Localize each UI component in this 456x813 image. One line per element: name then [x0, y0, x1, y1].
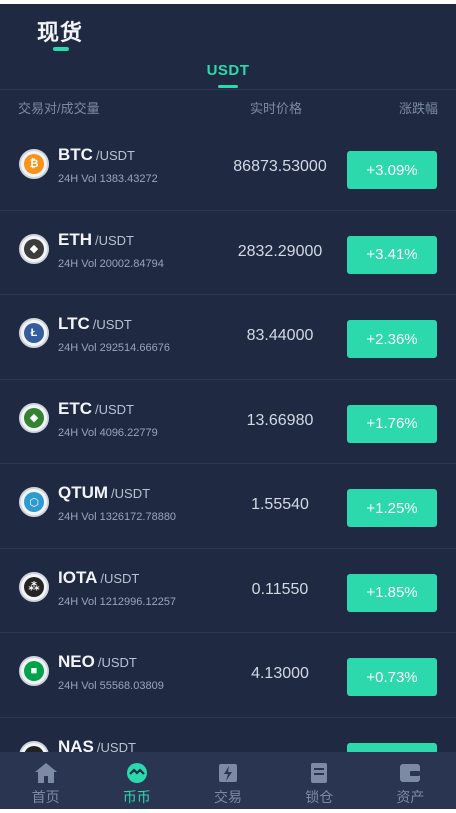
market-row[interactable]: ◆ ETH/USDT 24H Vol 20002.84794 2832.2900…: [0, 211, 456, 295]
neo-icon: ■: [19, 656, 49, 686]
coin-volume: 24H Vol 1326172.78880: [58, 511, 177, 523]
coin-price: 13.66980: [246, 411, 314, 429]
change-button[interactable]: +3.09%: [347, 151, 437, 189]
header: 现货 USDT: [0, 4, 456, 88]
coin-quote: /USDT: [95, 401, 134, 417]
change-button[interactable]: +1.25%: [347, 489, 437, 527]
market-row[interactable]: ◆ ETC/USDT 24H Vol 4096.22779 13.66980 +…: [0, 380, 456, 464]
bitcoin-icon: ₿: [19, 149, 49, 179]
coin-symbol: LTC: [58, 314, 90, 333]
bottom-tabbar: 首页 币币 交易 锁仓 资产: [0, 752, 456, 809]
tab-usdt[interactable]: USDT: [0, 62, 456, 79]
coin-price: 4.13000: [251, 665, 309, 682]
home-icon: [34, 763, 57, 783]
coin-symbol: NEO: [58, 652, 95, 671]
market-list: ₿ BTC/USDT 24H Vol 1383.43272 86873.5300…: [0, 126, 456, 802]
coin-quote: /USDT: [97, 655, 137, 670]
market-row[interactable]: ₿ BTC/USDT 24H Vol 1383.43272 86873.5300…: [0, 126, 456, 211]
column-header-change: 涨跌幅: [398, 101, 438, 116]
coin-price: 83.44000: [246, 327, 314, 344]
change-button[interactable]: +0.73%: [347, 658, 437, 696]
tab-label: 币币: [122, 789, 151, 805]
coin-symbol: ETH: [58, 229, 92, 249]
tab-label: 资产: [396, 789, 425, 805]
coin-volume: 24H Vol 1212996.12257: [58, 595, 177, 608]
coin-price: 0.11550: [251, 580, 309, 598]
coin-volume: 24H Vol 4096.22779: [58, 426, 158, 439]
iota-icon: ⁂: [19, 571, 49, 602]
ethereum-icon: ◆: [19, 233, 49, 264]
tab-coin-exchange[interactable]: 币币: [91, 752, 182, 809]
coin-price: 1.55540: [251, 496, 309, 513]
tab-trade[interactable]: 交易: [182, 752, 273, 809]
change-button[interactable]: +1.76%: [347, 404, 437, 443]
coin-quote: /USDT: [111, 486, 151, 501]
coin-quote: /USDT: [92, 317, 132, 332]
coin-price: 2832.29000: [237, 242, 323, 260]
header-divider: [0, 89, 456, 90]
change-button[interactable]: +2.36%: [347, 320, 437, 358]
page-title: 现货: [37, 20, 84, 45]
change-button[interactable]: +1.85%: [347, 573, 437, 612]
coin-symbol: IOTA: [58, 567, 98, 587]
coin-volume: 24H Vol 20002.84794: [58, 257, 164, 270]
tab-lock-position[interactable]: 锁仓: [274, 752, 365, 809]
lock-position-icon: [311, 763, 328, 783]
column-header-price: 实时价格: [250, 101, 303, 116]
coin-quote: /USDT: [95, 148, 135, 163]
coin-symbol: BTC: [58, 145, 93, 164]
coin-symbol: ETC: [58, 398, 92, 418]
coin-symbol: QTUM: [58, 483, 109, 502]
coin-price: 86873.53000: [233, 158, 327, 175]
change-button[interactable]: +3.41%: [347, 235, 437, 274]
tab-label: 首页: [31, 789, 60, 805]
coin-volume: 24H Vol 292514.66676: [58, 342, 170, 354]
tab-usdt-indicator: [218, 85, 238, 88]
wallet-icon: [400, 764, 421, 782]
coin-quote: /USDT: [100, 570, 140, 586]
coin-quote: /USDT: [95, 232, 134, 248]
market-row[interactable]: ⬡ QTUM/USDT 24H Vol 1326172.78880 1.5554…: [0, 464, 456, 549]
column-header-pair: 交易对/成交量: [18, 101, 100, 116]
ethereum-classic-icon: ◆: [19, 402, 49, 433]
market-row[interactable]: ⁂ IOTA/USDT 24H Vol 1212996.12257 0.1155…: [0, 549, 456, 633]
app-screen: 现货 USDT 交易对/成交量 实时价格 涨跌幅 ₿ BTC/USDT 24H …: [0, 4, 456, 809]
trade-icon: [219, 764, 237, 782]
tab-label: 交易: [214, 789, 242, 805]
coin-volume: 24H Vol 1383.43272: [58, 173, 158, 185]
qtum-icon: ⬡: [19, 487, 49, 517]
title-underline: [53, 47, 69, 51]
market-row[interactable]: Ł LTC/USDT 24H Vol 292514.66676 83.44000…: [0, 295, 456, 380]
coin-exchange-icon: [126, 763, 147, 783]
coin-volume: 24H Vol 55568.03809: [58, 680, 164, 692]
litecoin-icon: Ł: [19, 318, 49, 348]
tab-home[interactable]: 首页: [0, 752, 91, 809]
tab-label: 锁仓: [305, 789, 334, 805]
tab-assets[interactable]: 资产: [365, 752, 456, 809]
market-row[interactable]: ■ NEO/USDT 24H Vol 55568.03809 4.13000 +…: [0, 633, 456, 718]
